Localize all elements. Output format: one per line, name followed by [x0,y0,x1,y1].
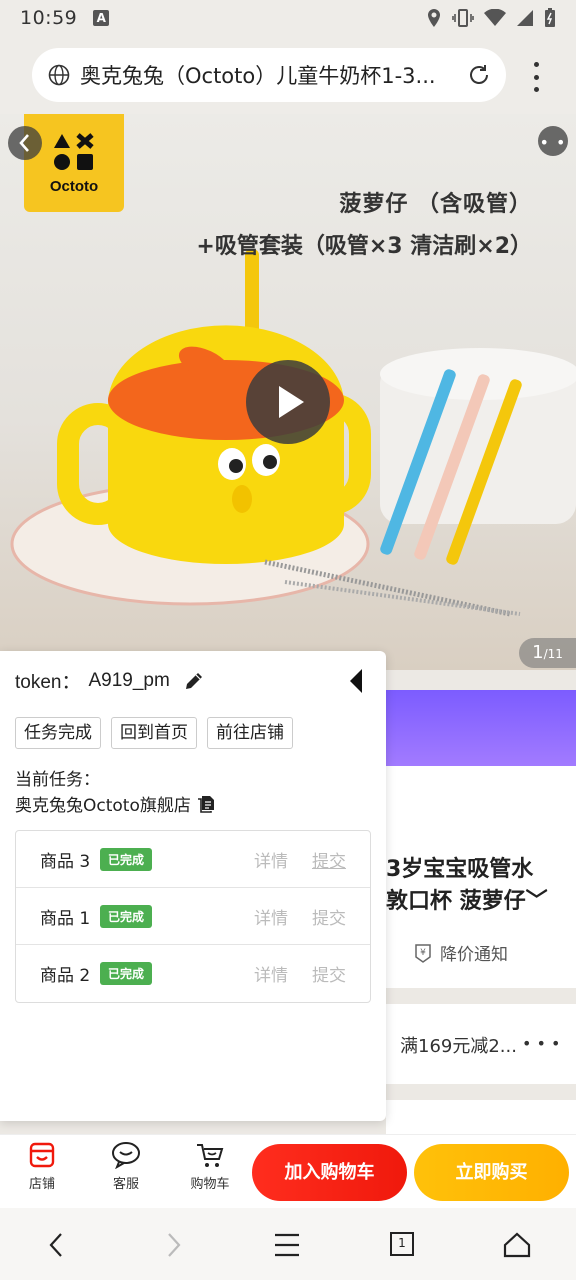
coupon-text: 满169元减2... [400,1036,517,1057]
svg-text:¥: ¥ [420,948,426,958]
status-badge: 已完成 [100,962,153,985]
home-icon[interactable] [502,1230,532,1260]
reload-icon[interactable] [466,62,492,88]
status-time: 10:59 [20,7,78,29]
task-row: 商品 2 已完成 详情 提交 [16,945,370,1002]
current-task: 奥克兔兔Octoto旗舰店 [15,791,215,816]
tab-count: 1 [398,1236,406,1250]
product-info-card: 3岁宝宝吸管水 敦口杯 菠萝仔﹀ ¥ 降价通知 [386,766,576,988]
location-icon [428,9,440,27]
coupon-more-icon: • • • [522,1034,561,1053]
more-options-button[interactable]: • • [538,126,568,156]
overflow-menu-icon[interactable] [524,62,548,92]
task-item-name: 商品 3 [40,851,91,872]
back-button[interactable] [8,126,42,160]
tabs-button[interactable]: 1 [388,1230,418,1260]
task-submit-link[interactable]: 提交 [312,904,346,929]
status-badge: 已完成 [100,904,153,928]
product-title-line2: 敦口杯 菠萝仔﹀ [386,889,548,914]
globe-icon [48,64,70,86]
current-task-label: 当前任务： [15,770,100,790]
task-table: 商品 3 已完成 详情 提交 商品 1 已完成 详情 提交 商品 2 已完成 详… [15,830,371,1003]
cart-button[interactable]: 购物车 [180,1141,240,1192]
add-to-cart-button[interactable]: 加入购物车 [252,1144,407,1201]
status-badge: 已完成 [100,847,153,871]
collapse-panel-icon[interactable] [346,667,366,695]
address-bar[interactable]: 奥克兔兔（Octoto）儿童牛奶杯1-3... [32,48,506,102]
play-icon [279,386,304,418]
hero-headline-2: +吸管套装（吸管×3 清洁刷×2） [196,234,532,259]
token-row: token： A919_pm [15,667,206,694]
browser-nav-bar: 1 [0,1208,576,1280]
pencil-icon[interactable] [182,669,206,693]
back-icon[interactable] [42,1230,72,1260]
back-home-button[interactable]: 回到首页 [111,717,197,749]
task-row: 商品 3 已完成 详情 提交 [16,831,370,888]
promo-banner [386,690,576,766]
coupon-card[interactable]: 满169元减2... • • • [386,1004,576,1084]
forward-icon[interactable] [158,1230,188,1260]
current-task-name: 奥克兔兔Octoto旗舰店 [15,796,191,816]
image-counter: 1/11 [519,638,576,668]
shop-label: 店铺 [28,1177,55,1192]
go-to-shop-button[interactable]: 前往店铺 [207,717,293,749]
task-submit-link[interactable]: 提交 [312,847,346,872]
task-detail-link[interactable]: 详情 [254,961,288,986]
signal-icon [517,10,533,26]
product-action-bar: 店铺 客服 购物车 加入购物车 立即购买 [0,1134,576,1208]
product-image-carousel[interactable]: Octoto • • 菠萝仔 （含吸管） +吸管套装（吸管×3 清洁刷×2） 1… [0,114,576,670]
shop-button[interactable]: 店铺 [12,1141,72,1192]
task-item-name: 商品 2 [40,966,91,986]
vibrate-icon [452,9,474,27]
customer-service-button[interactable]: 客服 [96,1141,156,1192]
price-notify-label: 降价通知 [440,945,508,965]
menu-icon[interactable] [272,1230,302,1260]
task-detail-link[interactable]: 详情 [254,847,288,872]
chat-icon [112,1142,140,1169]
notification-icon: A [93,10,110,26]
shop-icon [29,1142,55,1168]
hero-headline-1: 菠萝仔 （含吸管） [339,192,532,217]
token-label: token： [15,672,81,693]
next-card [386,1100,576,1134]
service-label: 客服 [112,1177,139,1192]
task-panel: token： A919_pm 任务完成 回到首页 前往店铺 当前任务： 奥克兔兔… [0,651,386,1121]
task-submit-link[interactable]: 提交 [312,961,346,986]
task-row: 商品 1 已完成 详情 提交 [16,888,370,945]
price-tag-icon: ¥ [415,943,431,963]
chevron-left-icon [19,134,29,152]
price-notify-button[interactable]: ¥ 降价通知 [412,940,508,965]
status-icons [426,8,556,28]
status-bar: 10:59 A [0,0,576,36]
product-title[interactable]: 3岁宝宝吸管水 敦口杯 菠萝仔﹀ [386,854,561,918]
play-video-button[interactable] [246,360,330,444]
token-value: A919_pm [88,669,170,691]
task-detail-link[interactable]: 详情 [254,904,288,929]
image-index: 1 [532,642,544,663]
image-total: /11 [543,647,563,661]
cart-icon [197,1144,224,1167]
task-button-row: 任务完成 回到首页 前往店铺 [15,717,293,749]
buy-now-button[interactable]: 立即购买 [414,1144,569,1201]
cart-label: 购物车 [190,1177,230,1192]
browser-toolbar: 奥克兔兔（Octoto）儿童牛奶杯1-3... [0,36,576,114]
copy-icon[interactable] [197,795,215,813]
wifi-icon [484,9,506,26]
product-title-line1: 3岁宝宝吸管水 [386,857,534,882]
url-text[interactable]: 奥克兔兔（Octoto）儿童牛奶杯1-3... [80,60,466,90]
task-complete-button[interactable]: 任务完成 [15,717,101,749]
battery-icon [545,8,555,27]
brand-logo-text: Octoto [49,178,99,195]
task-item-name: 商品 1 [40,908,91,929]
brand-logo-icon [54,133,94,170]
